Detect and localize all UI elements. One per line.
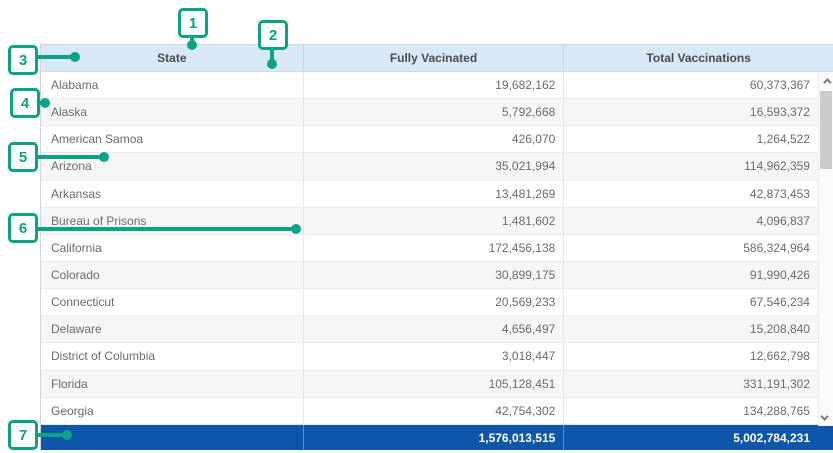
fully-vaccinated-cell: 20,569,233 [303,289,564,315]
table-row[interactable]: Delaware 4,656,497 15,208,840 [41,316,833,343]
state-cell: Georgia [41,398,303,424]
scrollbar-thumb[interactable] [820,91,832,169]
callout-7: 7 [8,420,38,450]
total-vaccinations-cell: 15,208,840 [563,316,833,342]
vaccination-table: State Fully Vacinated Total Vaccinations… [40,44,833,450]
table-row[interactable]: American Samoa 426,070 1,264,522 [41,126,833,153]
summary-total-vaccinations-cell: 5,002,784,231 [563,425,833,450]
state-cell: Arkansas [41,181,303,207]
table-row[interactable]: Connecticut 20,569,233 67,546,234 [41,289,833,316]
fully-vaccinated-cell: 105,128,451 [303,371,564,397]
vertical-scrollbar[interactable] [818,73,833,426]
state-cell: Florida [41,371,303,397]
fully-vaccinated-cell: 42,754,302 [303,398,564,424]
callout-7-connector [36,433,64,437]
callout-4-dot [40,98,50,108]
fully-vaccinated-cell: 172,456,138 [303,235,564,261]
total-vaccinations-cell: 91,990,426 [563,262,833,288]
fully-vaccinated-cell: 4,656,497 [303,316,564,342]
fully-vaccinated-cell: 30,899,175 [303,262,564,288]
callout-7-dot [62,430,72,440]
total-vaccinations-cell: 60,373,367 [563,72,833,98]
fully-vaccinated-cell: 1,481,602 [303,208,564,234]
state-cell: California [41,235,303,261]
column-header-fully-vaccinated[interactable]: Fully Vacinated [303,45,564,71]
total-vaccinations-cell: 12,662,798 [563,343,833,369]
total-vaccinations-cell: 42,873,453 [563,181,833,207]
total-vaccinations-cell: 331,191,302 [563,371,833,397]
callout-4: 4 [10,88,40,118]
scroll-down-button[interactable] [819,410,833,426]
screenshot-stage: State Fully Vacinated Total Vaccinations… [0,0,833,453]
table-header-row: State Fully Vacinated Total Vaccinations [41,45,833,72]
table-body: Alabama 19,682,162 60,373,367 Alaska 5,7… [41,72,833,425]
table-row[interactable]: Alabama 19,682,162 60,373,367 [41,72,833,99]
callout-1-dot [187,40,197,50]
total-vaccinations-cell: 4,096,837 [563,208,833,234]
callout-3-dot [70,52,80,62]
table-row[interactable]: Arkansas 13,481,269 42,873,453 [41,181,833,208]
summary-fully-vaccinated-cell: 1,576,013,515 [303,425,564,450]
table-row[interactable]: Florida 105,128,451 331,191,302 [41,371,833,398]
state-cell: Colorado [41,262,303,288]
table-row[interactable]: Colorado 30,899,175 91,990,426 [41,262,833,289]
total-vaccinations-cell: 586,324,964 [563,235,833,261]
fully-vaccinated-cell: 13,481,269 [303,181,564,207]
total-vaccinations-cell: 114,962,359 [563,153,833,179]
fully-vaccinated-cell: 19,682,162 [303,72,564,98]
state-cell: Alabama [41,72,303,98]
callout-3-connector [36,55,72,59]
column-header-total-vaccinations[interactable]: Total Vaccinations [563,45,833,71]
chevron-down-icon [820,412,828,420]
total-vaccinations-cell: 16,593,372 [563,99,833,125]
callout-1: 1 [178,8,208,38]
callout-5: 5 [8,142,38,172]
callout-2-dot [267,59,277,69]
callout-3: 3 [8,45,38,75]
state-cell: District of Columbia [41,343,303,369]
fully-vaccinated-cell: 3,018,447 [303,343,564,369]
total-vaccinations-cell: 1,264,522 [563,126,833,152]
scroll-up-button[interactable] [819,73,833,89]
total-vaccinations-cell: 67,546,234 [563,289,833,315]
state-cell: Alaska [41,99,303,125]
state-cell: American Samoa [41,126,303,152]
table-row[interactable]: Alaska 5,792,668 16,593,372 [41,99,833,126]
fully-vaccinated-cell: 5,792,668 [303,99,564,125]
state-cell: Connecticut [41,289,303,315]
callout-6-connector [36,227,293,231]
callout-5-dot [99,152,109,162]
summary-row: 1,576,013,515 5,002,784,231 [41,425,833,450]
summary-state-cell [41,425,303,450]
table-row[interactable]: California 172,456,138 586,324,964 [41,235,833,262]
fully-vaccinated-cell: 35,021,994 [303,153,564,179]
callout-6: 6 [8,213,38,243]
table-row[interactable]: District of Columbia 3,018,447 12,662,79… [41,343,833,370]
callout-6-dot [291,224,301,234]
table-row[interactable]: Georgia 42,754,302 134,288,765 [41,398,833,425]
chevron-up-icon [823,78,831,86]
table-row[interactable]: Arizona 35,021,994 114,962,359 [41,153,833,180]
callout-2: 2 [258,20,288,50]
callout-5-connector [36,155,101,159]
state-cell: Delaware [41,316,303,342]
fully-vaccinated-cell: 426,070 [303,126,564,152]
total-vaccinations-cell: 134,288,765 [563,398,833,424]
